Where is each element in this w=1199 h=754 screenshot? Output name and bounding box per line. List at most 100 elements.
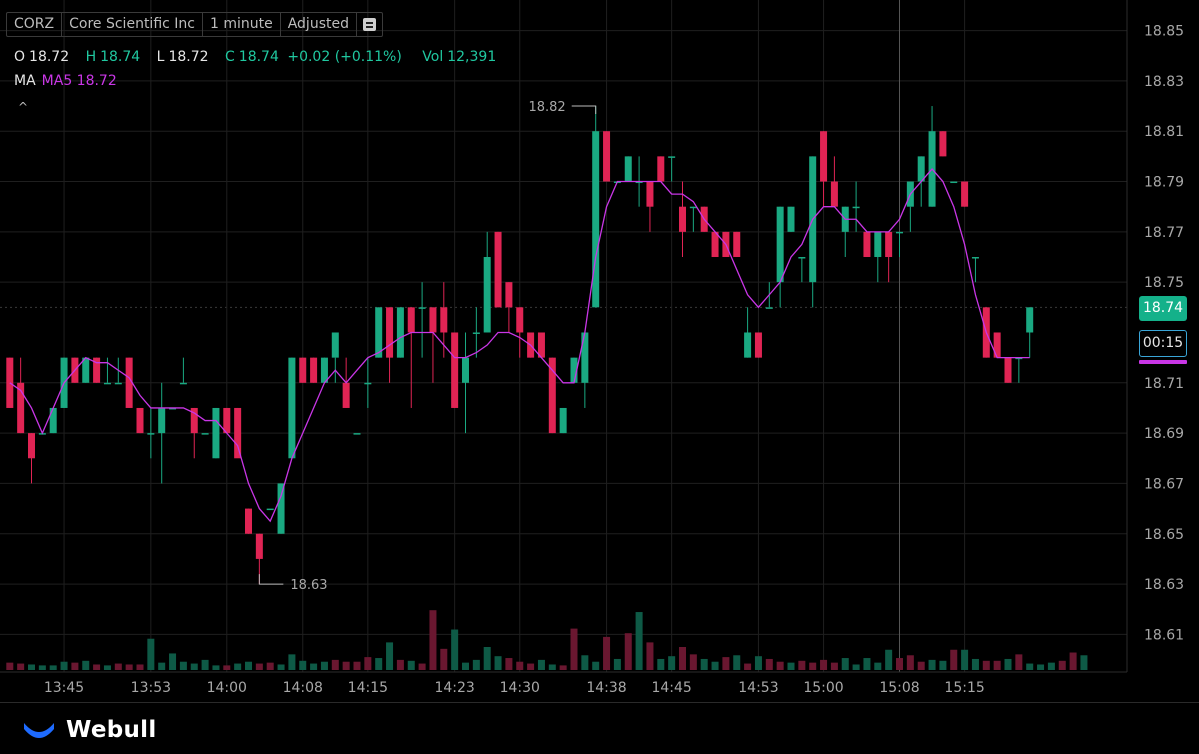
webull-logo[interactable]: Webull xyxy=(22,717,157,743)
webull-logo-icon xyxy=(24,723,54,738)
candle-body xyxy=(418,307,426,309)
volume-bar xyxy=(570,628,578,670)
candle-body xyxy=(993,332,1001,358)
y-tick-label: 18.83 xyxy=(1144,74,1184,90)
volume-bar xyxy=(375,658,383,670)
volume-bar xyxy=(646,642,654,670)
volume-bar xyxy=(581,655,589,670)
volume-bar xyxy=(418,663,426,670)
x-tick-label: 14:45 xyxy=(651,680,691,696)
volume-bar xyxy=(201,659,209,670)
close-label: C xyxy=(225,49,235,65)
low-value: 18.72 xyxy=(168,49,209,65)
volume-bar xyxy=(603,636,611,670)
volume-bar xyxy=(754,656,762,670)
volume-bar xyxy=(863,658,871,670)
candle-body xyxy=(516,307,524,333)
candle-body xyxy=(179,382,187,385)
x-tick-label: 13:45 xyxy=(44,680,84,696)
candle-body xyxy=(158,407,166,434)
candle-body xyxy=(592,131,600,308)
candle-body xyxy=(798,257,806,259)
volume-bar xyxy=(472,659,480,670)
candle-body xyxy=(689,206,697,209)
y-tick-label: 18.71 xyxy=(1144,376,1184,392)
candle-body xyxy=(429,307,437,333)
volume-bar xyxy=(331,659,339,670)
volume-value: 12,391 xyxy=(447,49,497,65)
candle-body xyxy=(787,206,795,232)
volume-bar xyxy=(961,649,969,670)
volume-bar xyxy=(722,657,730,670)
volume-bar xyxy=(179,661,187,670)
candle-body xyxy=(49,407,57,434)
candle-body xyxy=(451,332,459,408)
volume-bar xyxy=(103,665,111,670)
collapse-caret-icon[interactable]: ^ xyxy=(18,100,28,114)
settings-menu-button[interactable] xyxy=(357,13,382,36)
low-annotation: 18.63 xyxy=(290,578,327,593)
volume-bar xyxy=(440,648,448,670)
volume-bar xyxy=(689,654,697,670)
volume-bar xyxy=(245,661,252,670)
candle-body xyxy=(603,131,611,182)
y-tick-label: 18.77 xyxy=(1144,225,1184,241)
candle-body xyxy=(212,407,220,459)
volume-bar xyxy=(169,653,177,670)
y-tick-label: 18.63 xyxy=(1144,577,1184,593)
volume-bar xyxy=(483,647,491,670)
symbol-header: CORZ Core Scientific Inc 1 minute Adjust… xyxy=(6,12,383,37)
y-tick-label: 18.75 xyxy=(1144,275,1184,291)
y-tick-label: 18.85 xyxy=(1144,24,1184,40)
company-name: Core Scientific Inc xyxy=(62,13,203,36)
candle-body xyxy=(147,433,155,435)
candle-body xyxy=(624,156,632,182)
volume-bar xyxy=(1047,662,1055,670)
candle-body xyxy=(494,231,502,308)
current-price-tag: 18.74 xyxy=(1139,296,1187,321)
candle-body xyxy=(863,231,871,258)
candlestick-chart[interactable]: 18.85 18.83 18.81 18.79 18.77 18.75 18.71 18.69… xyxy=(0,0,1199,700)
volume-bar xyxy=(527,663,535,670)
candle-body xyxy=(245,508,252,534)
volume-bar xyxy=(223,665,231,670)
brand-name: Webull xyxy=(66,717,157,743)
candle-body xyxy=(103,382,111,385)
volume-bar xyxy=(624,633,632,670)
candle-body xyxy=(255,533,263,559)
volume-bar xyxy=(158,662,166,670)
volume-bar xyxy=(147,638,155,670)
volume-bar xyxy=(114,663,122,670)
volume-bar xyxy=(212,665,220,670)
candle-body xyxy=(462,357,469,383)
ma5-value: MA5 18.72 xyxy=(41,73,117,89)
volume-bar xyxy=(310,663,318,670)
volume-bar xyxy=(809,662,817,670)
candle-body xyxy=(874,231,882,258)
candle-body xyxy=(939,131,947,157)
x-tick-label: 13:53 xyxy=(131,680,171,696)
volume-bar xyxy=(1080,655,1088,670)
candle-body xyxy=(136,407,144,434)
candle-body xyxy=(765,307,773,309)
volume-bar xyxy=(635,612,643,670)
interval-selector[interactable]: 1 minute xyxy=(203,13,281,36)
volume-bar xyxy=(906,655,914,670)
volume-bar xyxy=(700,658,708,670)
volume-bar xyxy=(407,660,415,670)
ma-legend[interactable]: MA MA5 18.72 xyxy=(14,73,117,89)
candle-body xyxy=(896,231,903,234)
symbol-ticker[interactable]: CORZ xyxy=(7,13,63,36)
countdown-tag: 00:15 xyxy=(1139,330,1187,357)
volume-bar xyxy=(559,665,567,670)
adjust-selector[interactable]: Adjusted xyxy=(281,13,357,36)
x-tick-label: 14:23 xyxy=(434,680,474,696)
volume-bar xyxy=(190,663,198,670)
volume-bar xyxy=(6,662,14,670)
volume-bar xyxy=(787,662,795,670)
volume-bar xyxy=(1058,660,1066,670)
volume-bar xyxy=(657,658,665,670)
volume-bar xyxy=(93,664,101,670)
volume-bar xyxy=(613,658,621,670)
candle-body xyxy=(950,181,958,184)
